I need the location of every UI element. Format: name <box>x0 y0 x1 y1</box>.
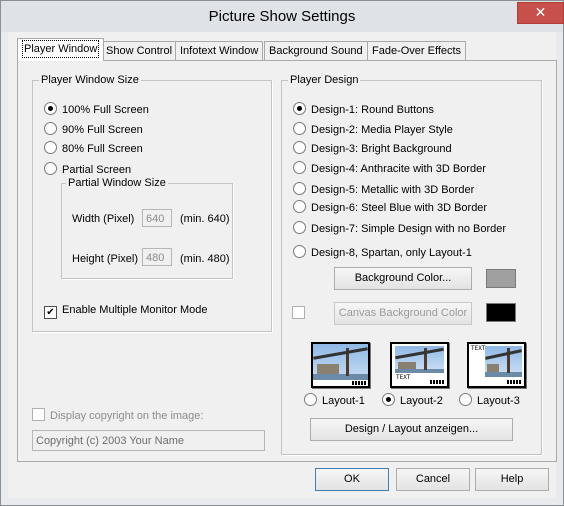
radio-label: Design-1: Round Buttons <box>311 104 434 116</box>
radio-dot <box>459 393 472 406</box>
thumb-pager-icon <box>430 380 444 384</box>
radio-label: Partial Screen <box>62 164 132 176</box>
title-bar: Picture Show Settings ✕ <box>1 1 564 32</box>
radio-label: Design-6: Steel Blue with 3D Border <box>311 202 488 214</box>
thumb-text: TEXT <box>396 374 411 381</box>
width-label: Width (Pixel) <box>72 213 135 225</box>
canvas-background-checkbox[interactable] <box>292 306 310 320</box>
multi-monitor-checkbox[interactable]: ✔ Enable Multiple Monitor Mode <box>44 304 208 319</box>
tab-background-sound[interactable]: Background Sound <box>264 41 368 60</box>
radio-design-5[interactable]: Design-5: Metallic with 3D Border <box>293 182 474 196</box>
radio-dot <box>293 221 306 234</box>
player-window-size-title: Player Window Size <box>39 74 141 86</box>
radio-label: Design-3: Bright Background <box>311 143 452 155</box>
tab-player-window[interactable]: Player Window <box>17 38 105 61</box>
radio-dot <box>44 162 57 175</box>
tab-pane-player-window: Player Window Size 100% Full Screen 90% … <box>17 60 557 462</box>
partial-window-size-group: Partial Window Size Width (Pixel) 640 (m… <box>61 177 233 279</box>
radio-design-3[interactable]: Design-3: Bright Background <box>293 141 452 155</box>
radio-dot <box>293 182 306 195</box>
radio-dot <box>293 200 306 213</box>
radio-design-7[interactable]: Design-7: Simple Design with no Border <box>293 221 506 235</box>
radio-design-4[interactable]: Design-4: Anthracite with 3D Border <box>293 161 486 175</box>
radio-label: 80% Full Screen <box>62 143 143 155</box>
thumb-text: TEXT <box>471 345 486 352</box>
canvas-background-swatch[interactable] <box>486 303 516 322</box>
checkbox-box <box>292 306 305 319</box>
player-design-group: Player Design Design-1: Round Buttons De… <box>281 74 542 455</box>
radio-90-full-screen[interactable]: 90% Full Screen <box>44 122 143 136</box>
show-layout-button[interactable]: Design / Layout anzeigen... <box>310 418 513 441</box>
player-window-size-group: Player Window Size 100% Full Screen 90% … <box>32 74 272 332</box>
radio-label: Design-8, Spartan, only Layout-1 <box>311 247 472 259</box>
checkbox-label: Enable Multiple Monitor Mode <box>62 304 208 316</box>
radio-layout-1[interactable]: Layout-1 <box>304 393 365 407</box>
radio-dot <box>44 102 57 115</box>
layout-1-thumbnail[interactable] <box>311 342 370 388</box>
thumb-pager-icon <box>507 380 521 384</box>
radio-design-8[interactable]: Design-8, Spartan, only Layout-1 <box>293 245 472 259</box>
radio-label: Design-7: Simple Design with no Border <box>311 223 507 235</box>
settings-dialog: Picture Show Settings ✕ Player Window Sh… <box>0 0 564 506</box>
radio-design-2[interactable]: Design-2: Media Player Style <box>293 122 453 136</box>
thumb-water <box>485 372 522 377</box>
dialog-client: Player Window Show Control Infotext Wind… <box>9 32 557 497</box>
radio-100-full-screen[interactable]: 100% Full Screen <box>44 102 149 116</box>
radio-label: Layout-1 <box>322 395 365 407</box>
radio-label: Design-4: Anthracite with 3D Border <box>311 163 486 175</box>
radio-80-full-screen[interactable]: 80% Full Screen <box>44 141 143 155</box>
ok-button[interactable]: OK <box>315 468 389 491</box>
radio-dot <box>44 141 57 154</box>
radio-label: Layout-3 <box>477 395 520 407</box>
radio-label: Design-5: Metallic with 3D Border <box>311 184 475 196</box>
radio-dot <box>293 102 306 115</box>
thumb-pager-icon <box>352 381 366 385</box>
help-button[interactable]: Help <box>475 468 549 491</box>
radio-dot <box>44 122 57 135</box>
radio-dot <box>293 245 306 258</box>
copyright-checkbox[interactable]: Display copyright on the image: <box>32 408 203 422</box>
radio-dot <box>293 122 306 135</box>
radio-design-6[interactable]: Design-6: Steel Blue with 3D Border <box>293 200 487 214</box>
radio-dot <box>293 161 306 174</box>
radio-layout-2[interactable]: Layout-2 <box>382 393 443 407</box>
cancel-button[interactable]: Cancel <box>396 468 470 491</box>
layout-3-thumbnail[interactable]: TEXT <box>467 342 526 388</box>
canvas-background-button[interactable]: Canvas Background Color <box>334 302 472 325</box>
tab-show-control[interactable]: Show Control <box>101 41 178 60</box>
radio-label: 90% Full Screen <box>62 124 143 136</box>
radio-dot <box>293 141 306 154</box>
window-title: Picture Show Settings <box>208 8 356 25</box>
tab-fade-over-effects[interactable]: Fade-Over Effects <box>367 41 467 60</box>
radio-partial-screen[interactable]: Partial Screen <box>44 162 131 176</box>
height-input[interactable]: 480 <box>142 248 172 266</box>
height-label: Height (Pixel) <box>72 253 139 265</box>
radio-dot <box>304 393 317 406</box>
copyright-input[interactable]: Copyright (c) 2003 Your Name <box>32 430 265 451</box>
background-color-swatch[interactable] <box>486 269 516 288</box>
radio-label: 100% Full Screen <box>62 104 149 116</box>
radio-label: Design-2: Media Player Style <box>311 124 453 136</box>
check-icon: ✔ <box>44 306 57 319</box>
close-button[interactable]: ✕ <box>517 2 564 24</box>
radio-layout-3[interactable]: Layout-3 <box>459 393 520 407</box>
checkbox-label: Display copyright on the image: <box>50 410 204 422</box>
radio-design-1[interactable]: Design-1: Round Buttons <box>293 102 434 116</box>
thumb-water <box>395 369 444 373</box>
tab-label: Player Window <box>22 40 100 58</box>
background-color-button[interactable]: Background Color... <box>334 267 472 290</box>
partial-window-size-title: Partial Window Size <box>66 177 168 189</box>
checkbox-box <box>32 408 45 421</box>
layout-2-thumbnail[interactable]: TEXT <box>390 342 449 388</box>
width-input[interactable]: 640 <box>142 209 172 227</box>
tab-infotext-window[interactable]: Infotext Window <box>175 41 264 60</box>
height-min-label: (min. 480) <box>180 253 230 265</box>
width-min-label: (min. 640) <box>180 213 230 225</box>
player-design-title: Player Design <box>288 74 361 86</box>
radio-label: Layout-2 <box>400 395 443 407</box>
radio-dot <box>382 393 395 406</box>
